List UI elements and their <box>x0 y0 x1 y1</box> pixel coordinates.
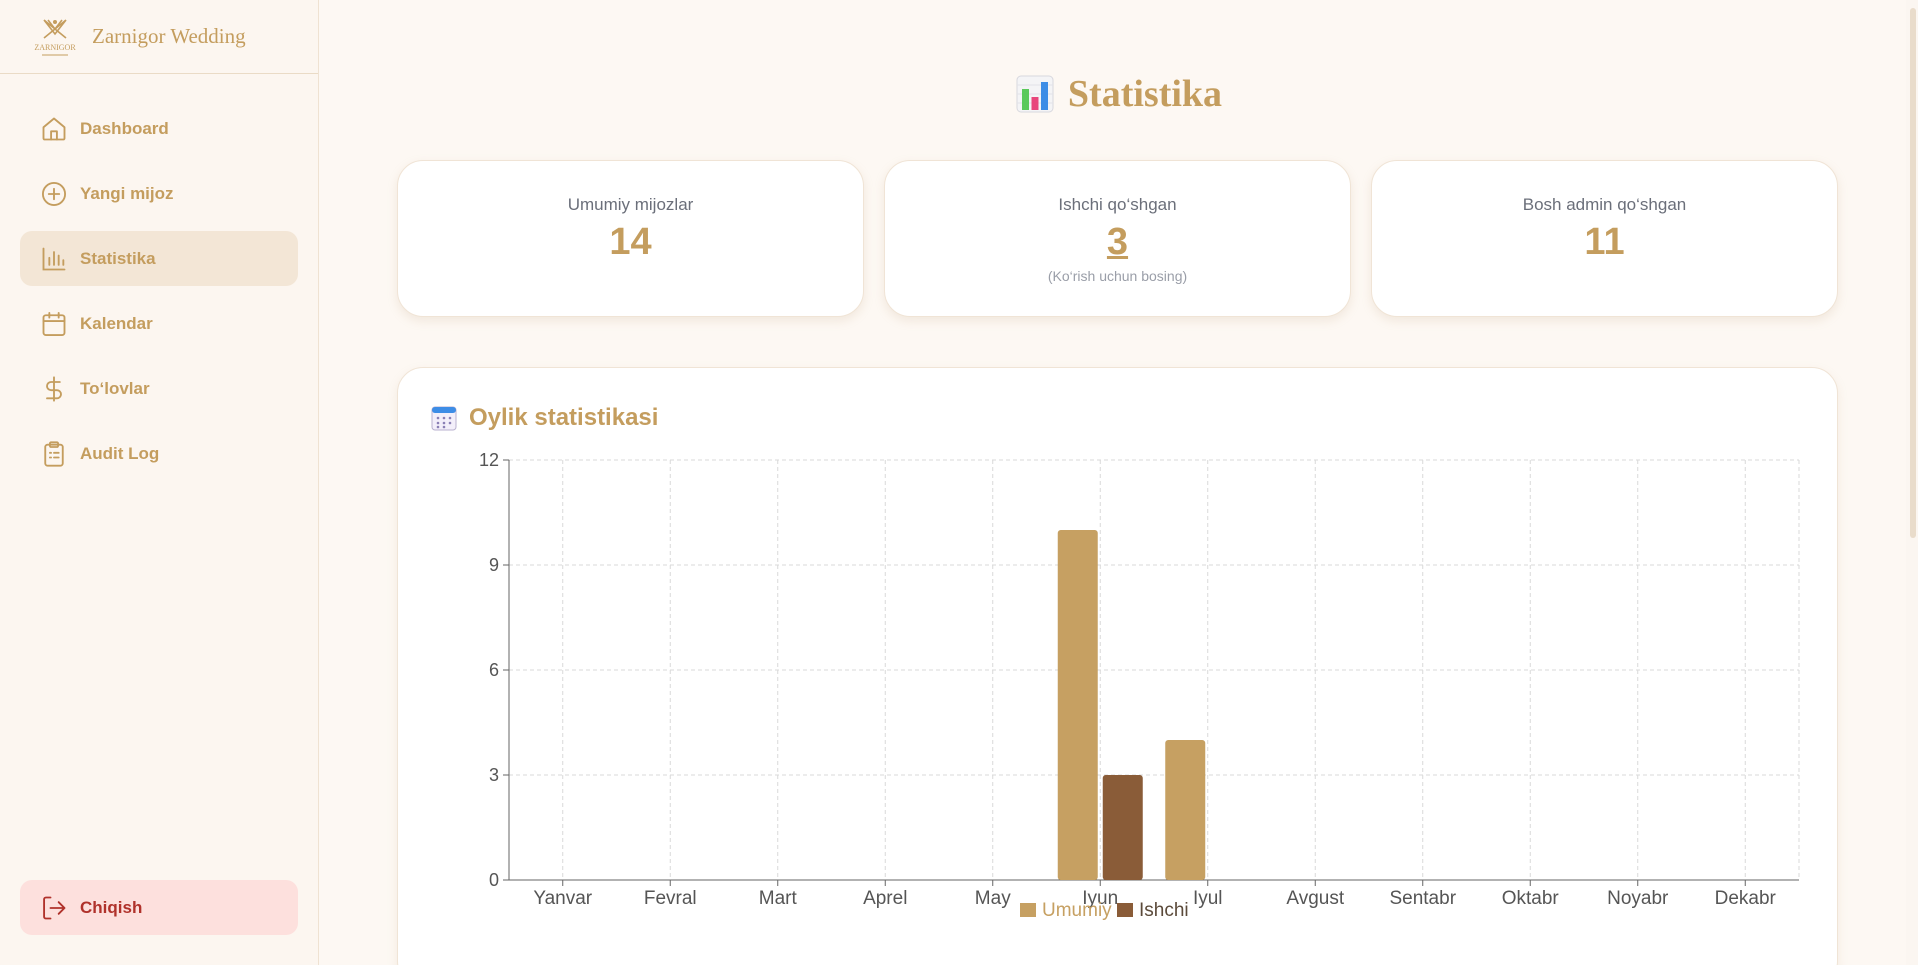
y-tick-label: 0 <box>489 870 499 890</box>
bar-chart-emoji-icon <box>1016 75 1054 113</box>
sidebar-item-audit-log[interactable]: Audit Log <box>20 426 298 481</box>
x-tick-label: Fevral <box>644 888 697 909</box>
stat-card-admin-added: Bosh admin qo‘shgan 11 <box>1371 160 1838 317</box>
x-tick-label: Aprel <box>863 888 907 909</box>
y-tick-label: 9 <box>489 555 499 575</box>
sidebar-item-yangi-mijoz[interactable]: Yangi mijoz <box>20 166 298 221</box>
x-tick-label: Sentabr <box>1389 888 1456 909</box>
y-tick-label: 12 <box>479 450 499 470</box>
x-tick-label: Mart <box>759 888 798 909</box>
sidebar-nav: Dashboard Yangi mijoz Statistika Kalenda… <box>20 101 298 491</box>
page-title-row: Statistika <box>0 72 1918 116</box>
brand-logo: ZARNIGOR <box>34 18 76 55</box>
monthly-bar-chart: 036912Yanvar Fevral Mart Aprel May Iyun Iyul Av… <box>479 450 1800 921</box>
page-title: Statistika <box>1067 73 1223 115</box>
legend-label: Umumiy <box>1042 900 1112 921</box>
calendar-icon <box>42 311 66 336</box>
dollar-icon <box>46 375 62 402</box>
legend-label: Ishchi <box>1139 900 1189 921</box>
stat-label: Umumiy mijozlar <box>567 195 694 214</box>
logout-button[interactable]: Chiqish <box>20 880 298 935</box>
x-tick-label: Iyul <box>1193 888 1223 909</box>
stat-hint: (Ko‘rish uchun bosing) <box>1047 268 1188 284</box>
sidebar-item-label: Kalendar <box>80 313 153 333</box>
worker-count-link[interactable]: 3 <box>885 221 1350 264</box>
legend-swatch <box>1117 903 1133 917</box>
plus-circle-icon <box>41 181 67 206</box>
brand-logo-text: ZARNIGOR <box>34 43 76 52</box>
y-tick-label: 6 <box>489 660 499 680</box>
x-tick-label: Oktabr <box>1502 888 1560 909</box>
sidebar-item-label: Dashboard <box>80 118 169 138</box>
bar-chart-icon <box>42 247 66 270</box>
stat-card-worker-added[interactable]: Ishchi qo‘shgan 3 (Ko‘rish uchun bosing) <box>884 160 1351 317</box>
sidebar-item-label: To‘lovlar <box>80 378 150 398</box>
stat-card-total-clients: Umumiy mijozlar 14 <box>397 160 864 317</box>
sidebar-item-kalendar[interactable]: Kalendar <box>20 296 298 351</box>
x-tick-label: Noyabr <box>1607 888 1669 909</box>
sidebar-item-label: Statistika <box>80 248 156 268</box>
stat-label: Ishchi qo‘shgan <box>1058 195 1177 214</box>
stat-value: 14 <box>609 221 652 263</box>
stat-label: Bosh admin qo‘shgan <box>1522 195 1687 214</box>
legend-swatch <box>1020 903 1036 917</box>
page-scrollbar[interactable] <box>1906 0 1918 965</box>
bar-umumiy <box>1057 530 1098 880</box>
logout-label: Chiqish <box>80 897 143 917</box>
sidebar-item-label: Yangi mijoz <box>80 183 174 203</box>
monthly-chart-card: Oylik statistikasi 0 3 6 9 12 Yanvar Fevral Mar… <box>397 367 1838 965</box>
sidebar-item-tolovlar[interactable]: To‘lovlar <box>20 361 298 416</box>
home-icon <box>42 117 66 140</box>
bar-ishchi <box>1102 775 1143 880</box>
sidebar: ZARNIGOR Zarnigor Wedding Dashboard Yang… <box>0 0 319 965</box>
sidebar-item-statistika[interactable]: Statistika <box>20 231 298 286</box>
x-tick-label: Avgust <box>1286 888 1344 909</box>
brand-header[interactable]: ZARNIGOR Zarnigor Wedding <box>0 0 318 74</box>
x-tick-label: May <box>975 888 1011 909</box>
y-tick-label: 3 <box>489 765 499 785</box>
x-tick-label: Yanvar <box>533 888 592 909</box>
scrollbar-thumb[interactable] <box>1910 8 1916 538</box>
brand-name: Zarnigor Wedding <box>92 24 246 48</box>
clipboard-icon <box>44 440 64 467</box>
bar-umumiy <box>1165 740 1206 880</box>
stat-value: 11 <box>1584 221 1625 263</box>
logout-icon <box>43 896 66 919</box>
x-tick-label: Dekabr <box>1715 888 1777 909</box>
sidebar-item-label: Audit Log <box>80 443 160 463</box>
